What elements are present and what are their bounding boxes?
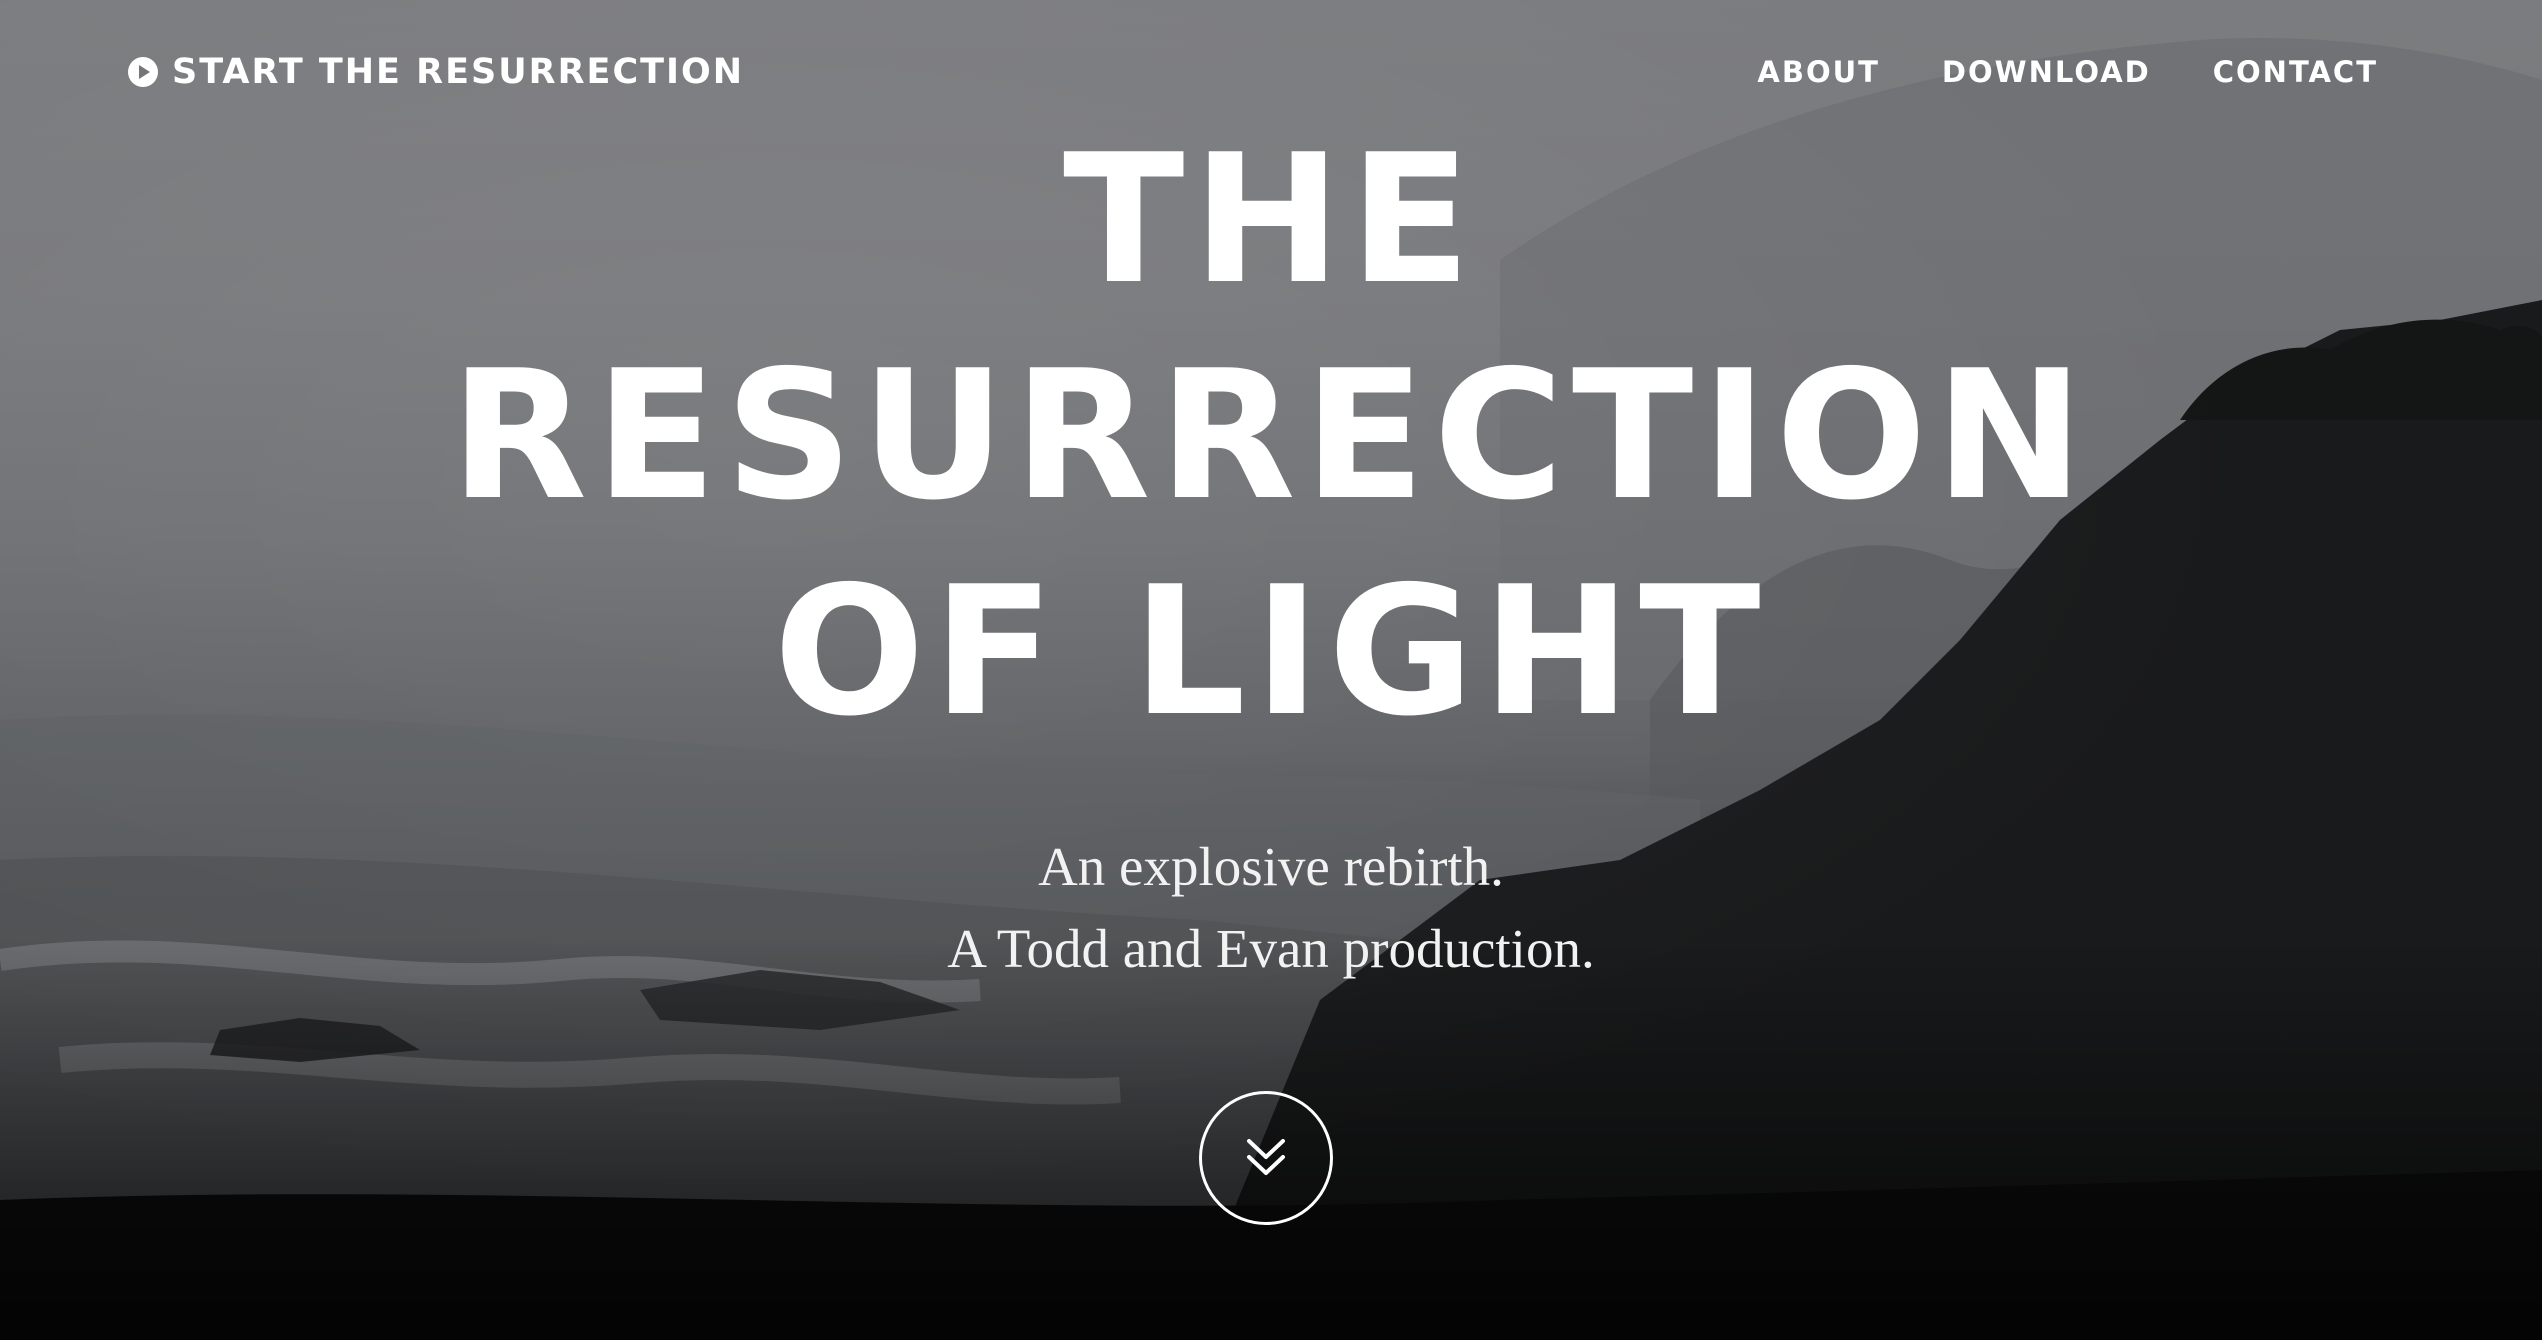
top-nav: START THE RESURRECTION ABOUT DOWNLOAD CO…	[128, 52, 2378, 92]
hero-tagline: An explosive rebirth. A Todd and Evan pr…	[0, 826, 2542, 990]
nav-link-contact[interactable]: CONTACT	[2213, 55, 2378, 89]
tagline-line-2: A Todd and Evan production.	[947, 918, 1595, 979]
nav-link-download[interactable]: DOWNLOAD	[1942, 55, 2151, 89]
landing-page: START THE RESURRECTION ABOUT DOWNLOAD CO…	[0, 0, 2542, 1340]
hero-title-line-1: THE	[1063, 116, 1479, 323]
nav-links: ABOUT DOWNLOAD CONTACT	[1757, 55, 2378, 89]
hero-title: THE RESURRECTION OF LIGHT	[0, 112, 2542, 760]
double-chevron-down-icon	[1247, 1139, 1285, 1175]
nav-link-about[interactable]: ABOUT	[1757, 55, 1880, 89]
brand-label: START THE RESURRECTION	[172, 52, 745, 92]
play-circle-icon	[128, 57, 158, 87]
scroll-down-button[interactable]	[1199, 1091, 1333, 1225]
hero-title-line-3: OF LIGHT	[773, 548, 1769, 755]
tagline-line-1: An explosive rebirth.	[1038, 836, 1504, 897]
brand-link[interactable]: START THE RESURRECTION	[128, 52, 744, 92]
hero-title-line-2: RESURRECTION	[450, 332, 2092, 539]
